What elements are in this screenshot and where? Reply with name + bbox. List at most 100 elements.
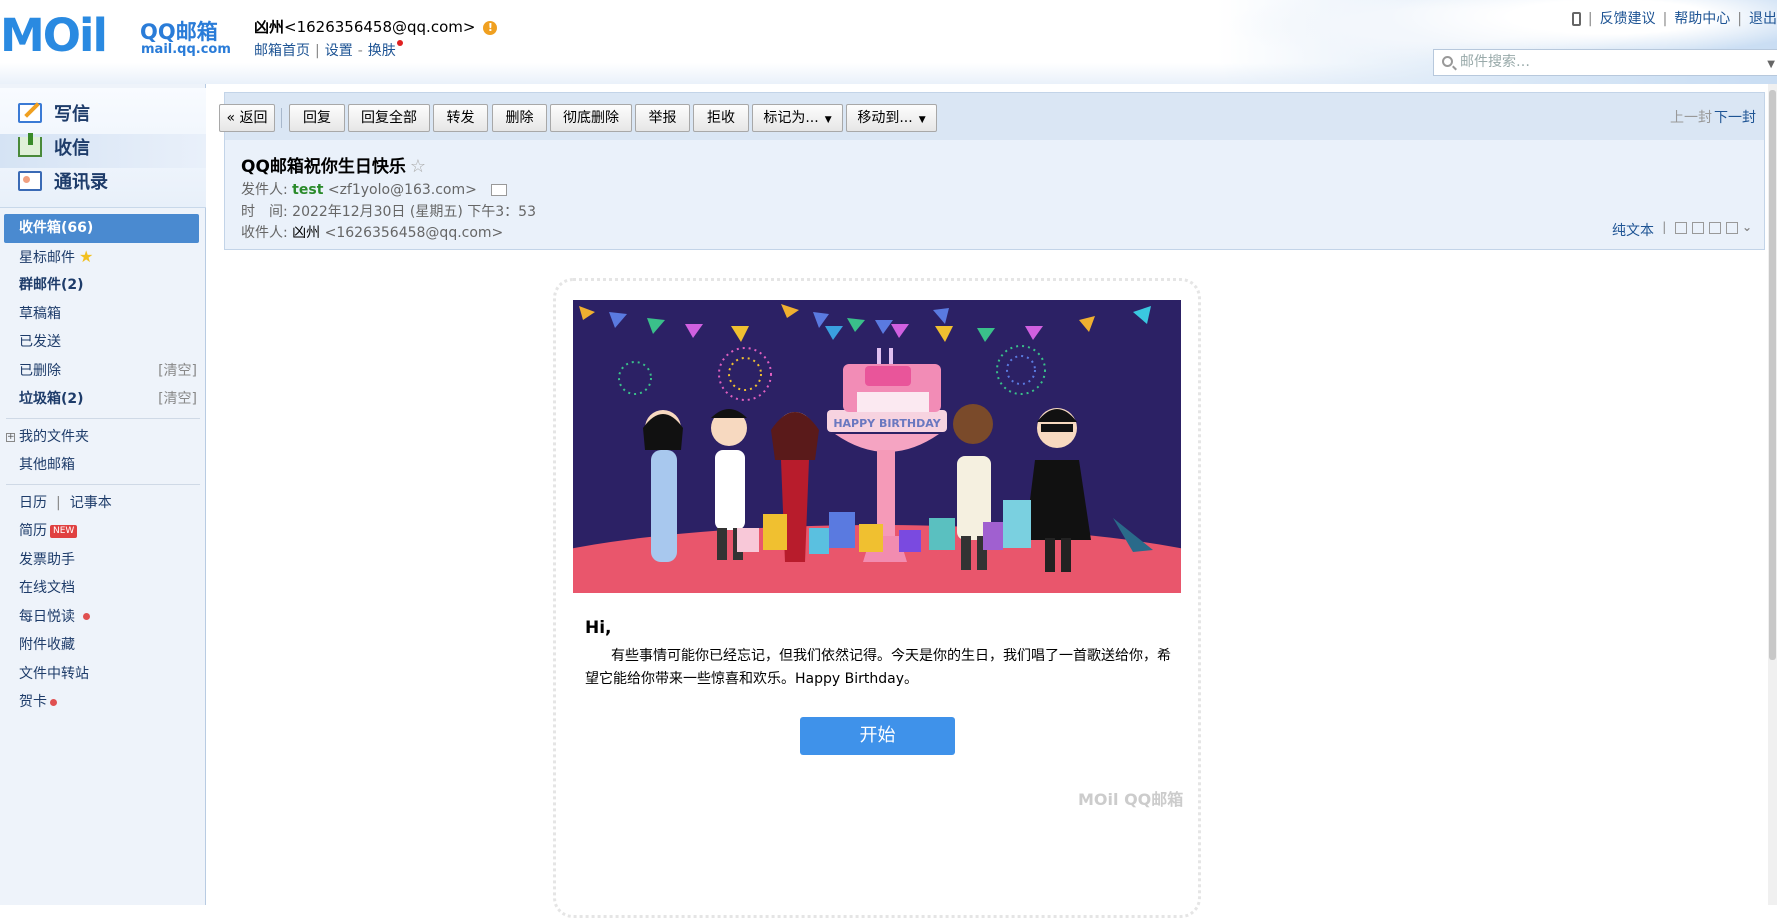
expand-plus-icon[interactable]: + <box>6 432 15 442</box>
folder-my-folders[interactable]: + 我的文件夹 <box>0 423 206 452</box>
contact-card-icon[interactable] <box>491 184 508 196</box>
tool-file-transfer[interactable]: 文件中转站 <box>0 660 206 689</box>
delete-button[interactable]: 删除 <box>492 104 547 132</box>
write-icon <box>18 103 42 123</box>
recipient-name[interactable]: 凶州 <box>292 225 320 241</box>
download-icon[interactable] <box>1709 221 1722 234</box>
write-label: 写信 <box>54 104 90 125</box>
mail-subject: QQ邮箱祝你生日快乐 ☆ <box>241 152 426 177</box>
mail-toolbar: « 返回 回复 回复全部 转发 删除 彻底删除 举报 拒收 标记为... ▼ 移动… <box>219 92 1765 140</box>
account-email: <1626356458@qq.com> <box>284 18 476 36</box>
new-window-icon[interactable] <box>1675 221 1688 234</box>
reply-button[interactable]: 回复 <box>289 104 345 132</box>
folder-other-mail[interactable]: 其他邮箱 <box>0 451 206 480</box>
scrollbar-thumb[interactable] <box>1769 90 1776 660</box>
prev-mail-link[interactable]: 上一封 <box>1670 107 1712 127</box>
back-button[interactable]: « 返回 <box>219 104 275 132</box>
reject-button[interactable]: 拒收 <box>693 104 749 132</box>
tool-attachments[interactable]: 附件收藏 <box>0 631 206 660</box>
sender-row: 发件人: test <zf1yolo@163.com> <box>241 179 508 199</box>
contacts-icon <box>18 171 42 191</box>
birthday-banner-image: HAPPY BIRTHDAY <box>573 300 1181 593</box>
tools-calendar-notes: 日历 | 记事本 <box>19 494 112 511</box>
folder-starred[interactable]: 星标邮件 ★ <box>0 243 206 272</box>
folder-inbox[interactable]: 收件箱(66) <box>4 214 199 243</box>
time-row: 时 间: 2022年12月30日 (星期五) 下午3：53 <box>241 201 536 221</box>
receive-mail-button[interactable]: 收信 <box>18 132 90 162</box>
qq-mail-logo[interactable]: MOil QQ邮箱 mail.qq.com <box>0 12 231 60</box>
account-links: 邮箱首页 | 设置 - 换肤 <box>254 40 403 60</box>
delete-permanently-button[interactable]: 彻底删除 <box>550 104 632 132</box>
mail-home-link[interactable]: 邮箱首页 <box>254 43 310 59</box>
mark-as-dropdown[interactable]: 标记为... ▼ <box>752 104 843 132</box>
red-dot-icon <box>83 613 90 620</box>
search-dropdown-icon[interactable]: ▼ <box>1767 52 1775 77</box>
plain-text-link[interactable]: 纯文本 <box>1612 220 1654 240</box>
recipient-email: <1626356458@qq.com> <box>324 225 504 241</box>
move-to-label: 移动到... <box>857 110 913 126</box>
notes-link[interactable]: 记事本 <box>70 495 112 511</box>
account-name: 凶州 <box>254 18 285 36</box>
chevron-down-icon: ▼ <box>824 115 832 125</box>
top-links: | 反馈建议 | 帮助中心 | 退出 <box>1571 8 1777 28</box>
star-icon: ★ <box>79 246 94 266</box>
mail-search-input[interactable]: 邮件搜索… ▼ <box>1433 49 1777 76</box>
notification-dot-icon <box>396 40 403 46</box>
print-icon[interactable] <box>1726 221 1739 234</box>
tool-invoice[interactable]: 发票助手 <box>0 546 206 575</box>
from-label: 发件人: <box>241 182 288 198</box>
start-button[interactable]: 开始 <box>800 717 955 755</box>
toolbar-divider <box>281 108 282 128</box>
preview-icon[interactable] <box>1692 221 1705 234</box>
move-to-dropdown[interactable]: 移动到... ▼ <box>846 104 937 132</box>
folder-list: 收件箱(66) 星标邮件 ★ 群邮件(2) 草稿箱 已发送 已删除 [清空] 垃圾箱… <box>0 214 206 717</box>
contacts-label: 通讯录 <box>54 172 108 193</box>
folder-group-mail[interactable]: 群邮件(2) <box>0 271 206 300</box>
time-value: 2022年12月30日 (星期五) 下午3：53 <box>292 204 536 220</box>
skin-link[interactable]: 换肤 <box>368 43 396 59</box>
mobile-icon[interactable] <box>1571 12 1581 26</box>
next-mail-link[interactable]: 下一封 <box>1714 107 1756 127</box>
red-dot-icon <box>50 698 57 706</box>
daily-read-label: 每日悦读 <box>19 608 75 625</box>
write-mail-button[interactable]: 写信 <box>18 98 90 128</box>
folder-drafts[interactable]: 草稿箱 <box>0 300 206 329</box>
forward-button[interactable]: 转发 <box>433 104 488 132</box>
cards-label: 贺卡 <box>19 694 47 710</box>
logout-link[interactable]: 退出 <box>1749 11 1777 27</box>
folder-spam[interactable]: 垃圾箱(2) [清空] <box>0 385 206 414</box>
reply-all-button[interactable]: 回复全部 <box>348 104 430 132</box>
left-sidebar: 写信 收信 通讯录 收件箱(66) 星标邮件 ★ 群邮件(2) 草稿箱 已发送 已… <box>0 84 206 905</box>
calendar-link[interactable]: 日历 <box>19 495 47 511</box>
clear-deleted-link[interactable]: [清空] <box>158 357 197 386</box>
report-button[interactable]: 举报 <box>635 104 690 132</box>
feedback-link[interactable]: 反馈建议 <box>1600 11 1656 27</box>
help-center-link[interactable]: 帮助中心 <box>1674 11 1730 27</box>
folder-deleted[interactable]: 已删除 [清空] <box>0 357 206 386</box>
warning-icon[interactable]: ! <box>483 20 498 35</box>
more-chevron-icon[interactable]: ⌄ <box>1742 220 1752 234</box>
account-info: 凶州<1626356458@qq.com>! <box>254 16 498 37</box>
message-body: 有些事情可能你已经忘记，但我们依然记得。今天是你的生日，我们唱了一首歌送给你，希… <box>585 648 1171 687</box>
tool-resume[interactable]: 简历 NEW <box>0 517 206 546</box>
time-label: 时 间: <box>241 204 288 220</box>
star-outline-icon[interactable]: ☆ <box>410 156 426 177</box>
divider <box>6 483 200 485</box>
deleted-label: 已删除 <box>19 362 61 379</box>
sender-name[interactable]: test <box>292 182 323 198</box>
mark-as-label: 标记为... <box>763 110 819 126</box>
tool-daily-read[interactable]: 每日悦读 <box>0 603 206 632</box>
greeting-text: Hi, <box>585 618 612 638</box>
chevron-down-icon: ▼ <box>918 115 926 125</box>
tool-online-docs[interactable]: 在线文档 <box>0 574 206 603</box>
banner-text: HAPPY BIRTHDAY <box>833 417 941 430</box>
receive-label: 收信 <box>54 138 90 159</box>
my-folders-label: 我的文件夹 <box>19 428 89 445</box>
new-badge: NEW <box>50 524 78 538</box>
tool-greeting-cards[interactable]: 贺卡 <box>0 688 206 717</box>
settings-link[interactable]: 设置 <box>325 43 353 59</box>
folder-sent[interactable]: 已发送 <box>0 328 206 357</box>
mail-tools: | ⌄ <box>1662 220 1752 234</box>
contacts-button[interactable]: 通讯录 <box>18 166 108 196</box>
clear-spam-link[interactable]: [清空] <box>158 385 197 414</box>
